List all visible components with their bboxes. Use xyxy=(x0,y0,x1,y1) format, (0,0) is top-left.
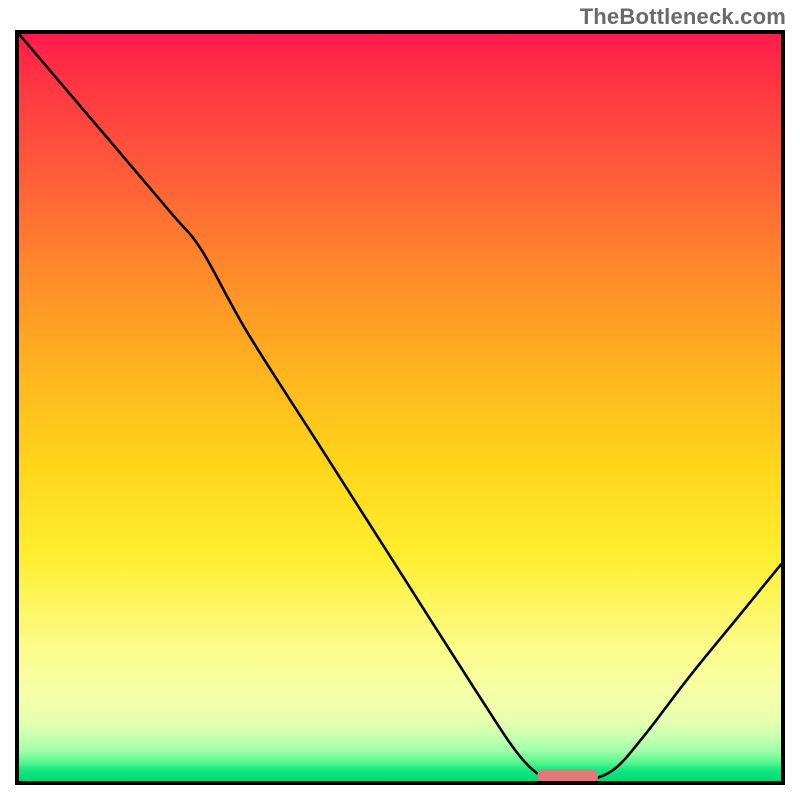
bottleneck-curve-path xyxy=(19,34,781,781)
optimal-point-marker xyxy=(537,769,598,784)
watermark-text: TheBottleneck.com xyxy=(580,4,786,30)
chart-plot-area xyxy=(15,30,785,785)
chart-curve-svg xyxy=(19,34,781,781)
